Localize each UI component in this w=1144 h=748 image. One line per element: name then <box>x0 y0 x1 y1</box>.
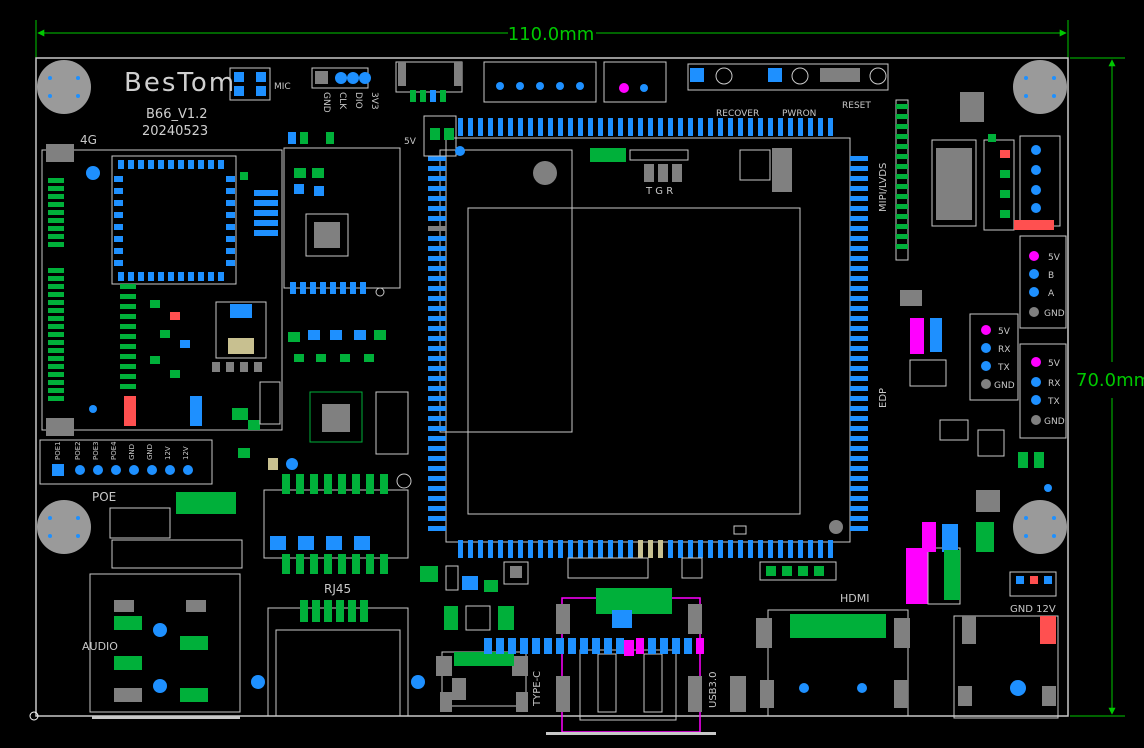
poe-pin-label: POE1 <box>54 441 62 460</box>
power-jack <box>953 615 1059 719</box>
usb3-connector <box>546 588 746 735</box>
hdmi-connector <box>756 609 910 717</box>
wifi-module <box>283 132 401 297</box>
lte-chip-pads <box>114 160 235 281</box>
soc-left-pads <box>428 156 446 531</box>
poe-pin-label: 12V <box>164 446 172 460</box>
height-dimension: 70.0mm <box>1070 57 1144 717</box>
poe-pin-label: POE4 <box>110 441 118 460</box>
soc-right-pads <box>850 156 868 531</box>
type-c-label: TYPE-C <box>532 671 543 707</box>
date-label: 20240523 <box>142 124 208 139</box>
type-c-connector <box>436 651 528 712</box>
mounting-hole-top-right <box>1013 60 1067 114</box>
lte-slot-pins <box>48 178 136 401</box>
uart2-pin-label: TX <box>1047 397 1060 407</box>
pcb-layout-diagram: 110.0mm 70.0mm BesTom B66_V1.2 20240523 … <box>29 20 1144 735</box>
mounting-hole-bottom-right <box>1013 500 1067 554</box>
debug-pin-label: CLK <box>337 92 347 110</box>
model-label: B66_V1.2 <box>146 107 208 122</box>
poe-header-labels: POE1 POE2 POE3 POE4 GND GND 12V 12V <box>54 441 190 460</box>
usb3-label: USB3.0 <box>708 672 719 708</box>
pwron-label: PWRON <box>782 109 816 119</box>
poe-pin-label: GND <box>146 444 154 460</box>
height-label: 70.0mm <box>1076 370 1144 391</box>
poe-pin-label: POE3 <box>92 441 100 460</box>
rj45-label: RJ45 <box>324 582 351 596</box>
can-pin-label: 5V <box>1048 253 1061 263</box>
debug-header-labels: GND CLK DIO 3V3 <box>321 92 379 113</box>
uart2-pin-label: RX <box>1048 379 1060 389</box>
mic-label: MIC <box>274 82 291 92</box>
brand-name: BesTom <box>124 68 236 98</box>
right-top-header <box>983 134 1061 231</box>
debug-header <box>311 67 371 89</box>
uart2-pin-labels: 5V RX TX GND <box>1044 359 1065 427</box>
width-dimension: 110.0mm <box>35 20 1069 60</box>
tgr-label: T G R <box>645 186 673 197</box>
uart2-pin-label: GND <box>1044 417 1065 427</box>
top-connector-row <box>395 61 889 103</box>
debug-pin-label: 3V3 <box>369 92 379 110</box>
board-outline <box>35 57 1069 717</box>
mounting-hole-bottom-left <box>37 500 91 554</box>
uart1-pin-labels: 5V RX TX GND <box>994 327 1015 391</box>
audio-label: AUDIO <box>82 640 118 653</box>
rj45-connector <box>251 600 425 717</box>
mounting-hole-top-left <box>37 60 91 114</box>
edp-label: EDP <box>878 388 889 408</box>
can-pin-label: A <box>1048 289 1055 299</box>
poe-pin-label: POE2 <box>74 441 82 460</box>
recover-label: RECOVER <box>716 109 759 119</box>
uart2-pin-label: 5V <box>1048 359 1061 369</box>
poe-pin-label: 12V <box>182 446 190 460</box>
soc-bottom-pads <box>458 540 833 558</box>
soc-top-pads <box>458 118 833 136</box>
uart1-pin-label: TX <box>997 363 1010 373</box>
can-pin-labels: 5V B A GND <box>1044 253 1065 319</box>
can-pin-label: GND <box>1044 309 1065 319</box>
uart1-pin-label: RX <box>998 345 1010 355</box>
mipi-lvds-label: MIPI/LVDS <box>878 163 889 212</box>
lte-label: 4G <box>80 133 97 147</box>
debug-pin-label: DIO <box>353 92 363 109</box>
ethernet-magnetics <box>109 473 412 574</box>
passive-components-left <box>150 172 298 470</box>
mipi-lvds-connector <box>895 92 984 306</box>
5v-label: 5V <box>404 137 417 147</box>
lte-module <box>41 144 283 436</box>
width-label: 110.0mm <box>508 24 595 45</box>
poe-pin-label: GND <box>128 444 136 460</box>
can-pin-label: B <box>1048 271 1054 281</box>
uart1-pin-label: GND <box>994 381 1015 391</box>
main-soc <box>439 137 851 543</box>
debug-pin-label: GND <box>321 92 331 113</box>
hdmi-label: HDMI <box>840 592 869 605</box>
reset-label: RESET <box>842 101 871 111</box>
poe-label: POE <box>92 490 116 504</box>
uart1-pin-label: 5V <box>998 327 1011 337</box>
power-jack-label: GND 12V <box>1010 604 1056 615</box>
